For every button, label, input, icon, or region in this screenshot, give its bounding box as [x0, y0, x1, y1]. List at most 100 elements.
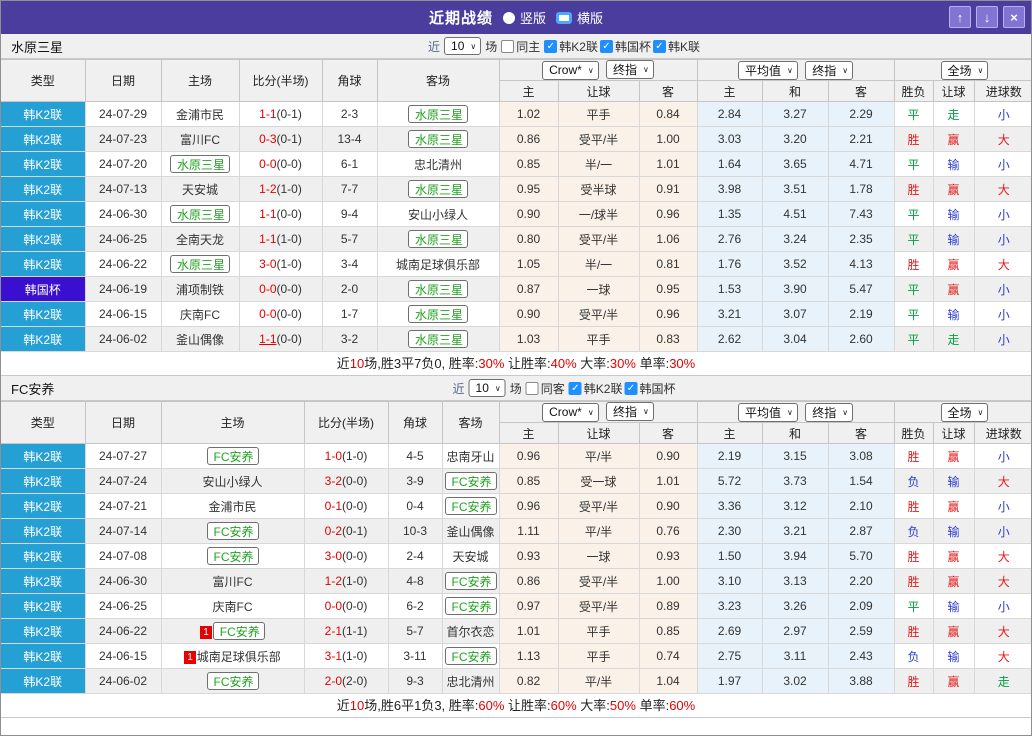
score-cell: 0-0(0-0) [239, 301, 323, 327]
result-outcome: 胜 [894, 543, 934, 569]
result-goals: 小 [974, 593, 1031, 619]
radio-unselected-icon[interactable] [502, 11, 515, 24]
title-group: 近期战绩 竖版 横版 [429, 7, 603, 28]
checkbox-checked-icon[interactable]: ✓ [624, 381, 638, 395]
col-score: 比分(半场) [238, 59, 323, 102]
checkbox-checked-icon[interactable]: ✓ [544, 39, 558, 53]
team-section-anyang: FC安养 近 10 ∨ 场 同客 ✓ 韩K2联 ✓ 韩国杯 类型 日期 主场 比… [1, 376, 1031, 718]
layout-radio-horizontal[interactable]: 横版 [556, 8, 603, 27]
result-outcome: 负 [894, 518, 934, 544]
checkbox-unchecked-icon[interactable] [501, 39, 515, 53]
chevron-down-icon: ∨ [587, 65, 594, 75]
league-filters: ✓ 韩K2联 ✓ 韩国杯 [568, 380, 675, 397]
home-team-cell: 全南天龙 [161, 226, 240, 252]
crow-away-odds: 0.90 [639, 493, 698, 519]
same-venue-filter[interactable]: 同客 [525, 380, 565, 397]
full-time-score: 1-1 [259, 107, 277, 121]
bookmaker-odds-group: Crow* ∨ 终指 ∨ [498, 401, 698, 423]
result-outcome: 平 [894, 593, 934, 619]
league-type-cell: 韩K2联 [1, 326, 86, 352]
filter-controls: 近 10 ∨ 场 同客 ✓ 韩K2联 ✓ 韩国杯 [453, 379, 675, 397]
home-team-name: 庆南FC [180, 307, 220, 322]
scope-select[interactable]: 全场 ∨ [940, 402, 989, 422]
league-filter[interactable]: ✓ 韩国杯 [599, 38, 651, 55]
away-team-cell: 城南足球俱乐部 [377, 251, 500, 277]
away-team-cell: FC安养 [442, 468, 500, 494]
crow-home-odds: 0.85 [499, 151, 559, 177]
league-type-cell: 韩K2联 [1, 101, 86, 127]
home-team-cell: 水原三星 [161, 251, 240, 277]
bookmaker-odds-group: Crow* ∨ 终指 ∨ [498, 59, 698, 81]
result-handicap: 输 [933, 226, 975, 252]
avg-home-odds: 2.19 [697, 443, 763, 469]
away-team-name: 安山小绿人 [407, 207, 468, 222]
result-scope-group: 全场 ∨ [893, 59, 1031, 81]
chevron-down-icon: ∨ [494, 383, 501, 393]
result-goals: 大 [974, 618, 1031, 644]
bookmaker-select[interactable]: Crow* ∨ [542, 402, 599, 422]
league-type-cell: 韩K2联 [1, 668, 86, 694]
result-goals: 小 [974, 443, 1031, 469]
col-home: 主场 [160, 401, 305, 444]
full-time-score: 0-2 [324, 524, 342, 538]
table-header: 类型 日期 主场 比分(半场) 角球 客场 Crow* ∨ 终指 ∨ 平均值 ∨ 终指… [1, 401, 1031, 444]
checkbox-checked-icon[interactable]: ✓ [568, 381, 582, 395]
move-down-button[interactable]: ↓ [976, 6, 998, 28]
full-time-score: 1-1 [259, 207, 277, 221]
home-team-cell: 庆南FC [161, 301, 240, 327]
radio-selected-icon[interactable] [556, 11, 572, 24]
match-date: 24-07-13 [85, 176, 162, 202]
odds-stage-select[interactable]: 终指 ∨ [606, 402, 654, 422]
checkbox-checked-icon[interactable]: ✓ [599, 39, 613, 53]
bookmaker-select[interactable]: Crow* ∨ [542, 60, 599, 80]
match-count-value: 10 [475, 381, 489, 395]
score-cell: 1-1(0-0) [239, 201, 323, 227]
avg-draw-odds: 3.21 [762, 518, 829, 544]
move-up-button[interactable]: ↑ [949, 6, 971, 28]
score-cell: 1-2(1-0) [239, 176, 323, 202]
match-count-select[interactable]: 10 ∨ [444, 37, 482, 55]
layout-radio-vertical[interactable]: 竖版 [502, 8, 546, 27]
score-cell: 1-1(0-1) [239, 101, 323, 127]
league-filter[interactable]: ✓ 韩国杯 [624, 380, 675, 397]
table-row: 韩K2联 24-07-29 金浦市民 1-1(0-1) 2-3 水原三星 1.02 平手 0.8… [1, 101, 1031, 127]
average-select[interactable]: 平均值 ∨ [737, 402, 798, 422]
crow-home-odds: 0.93 [499, 543, 559, 569]
odds-stage-select-value: 终指 [613, 63, 638, 78]
away-team-name: 水原三星 [407, 330, 468, 348]
avg-draw-odds: 3.20 [762, 126, 829, 152]
avg-stage-select[interactable]: 终指 ∨ [805, 60, 854, 80]
away-team-cell: 忠北清州 [377, 151, 500, 177]
same-venue-filter[interactable]: 同主 [501, 38, 540, 55]
away-team-name: 水原三星 [407, 305, 468, 323]
avg-stage-select[interactable]: 终指 ∨ [805, 402, 854, 422]
scope-select-value: 全场 [947, 63, 972, 78]
full-time-score: 1-2 [259, 182, 277, 196]
crow-away-odds: 1.06 [639, 226, 698, 252]
score-cell: 3-0(0-0) [304, 543, 389, 569]
result-handicap: 赢 [933, 251, 975, 277]
scope-select[interactable]: 全场 ∨ [940, 60, 989, 80]
odds-stage-select[interactable]: 终指 ∨ [606, 60, 654, 80]
match-count-select[interactable]: 10 ∨ [468, 379, 506, 397]
corner-score: 3-9 [388, 468, 443, 494]
filter-controls: 近 10 ∨ 场 同主 ✓ 韩K2联 ✓ 韩国杯 ✓ 韩K联 [428, 37, 700, 55]
team-section-suwon: 水原三星 近 10 ∨ 场 同主 ✓ 韩K2联 ✓ 韩国杯 ✓ 韩K联 类型 日… [1, 34, 1031, 376]
result-handicap: 赢 [933, 543, 975, 569]
col-result-handicap: 让球 [932, 80, 975, 102]
away-team-cell: 水原三星 [377, 301, 500, 327]
half-time-score: (1-0) [276, 232, 302, 246]
close-button[interactable]: × [1003, 6, 1025, 28]
crow-away-odds: 0.85 [639, 618, 698, 644]
league-filter[interactable]: ✓ 韩K联 [652, 38, 700, 55]
league-filter[interactable]: ✓ 韩K2联 [544, 38, 598, 55]
away-team-cell: FC安养 [442, 593, 500, 619]
average-select[interactable]: 平均值 ∨ [737, 60, 798, 80]
league-filter[interactable]: ✓ 韩K2联 [568, 380, 622, 397]
result-goals: 小 [974, 201, 1031, 227]
home-team-name: FC安养 [206, 547, 259, 565]
checkbox-unchecked-icon[interactable] [525, 381, 539, 395]
away-team-cell: 水原三星 [377, 276, 500, 302]
result-goals: 小 [974, 151, 1031, 177]
checkbox-checked-icon[interactable]: ✓ [652, 39, 666, 53]
